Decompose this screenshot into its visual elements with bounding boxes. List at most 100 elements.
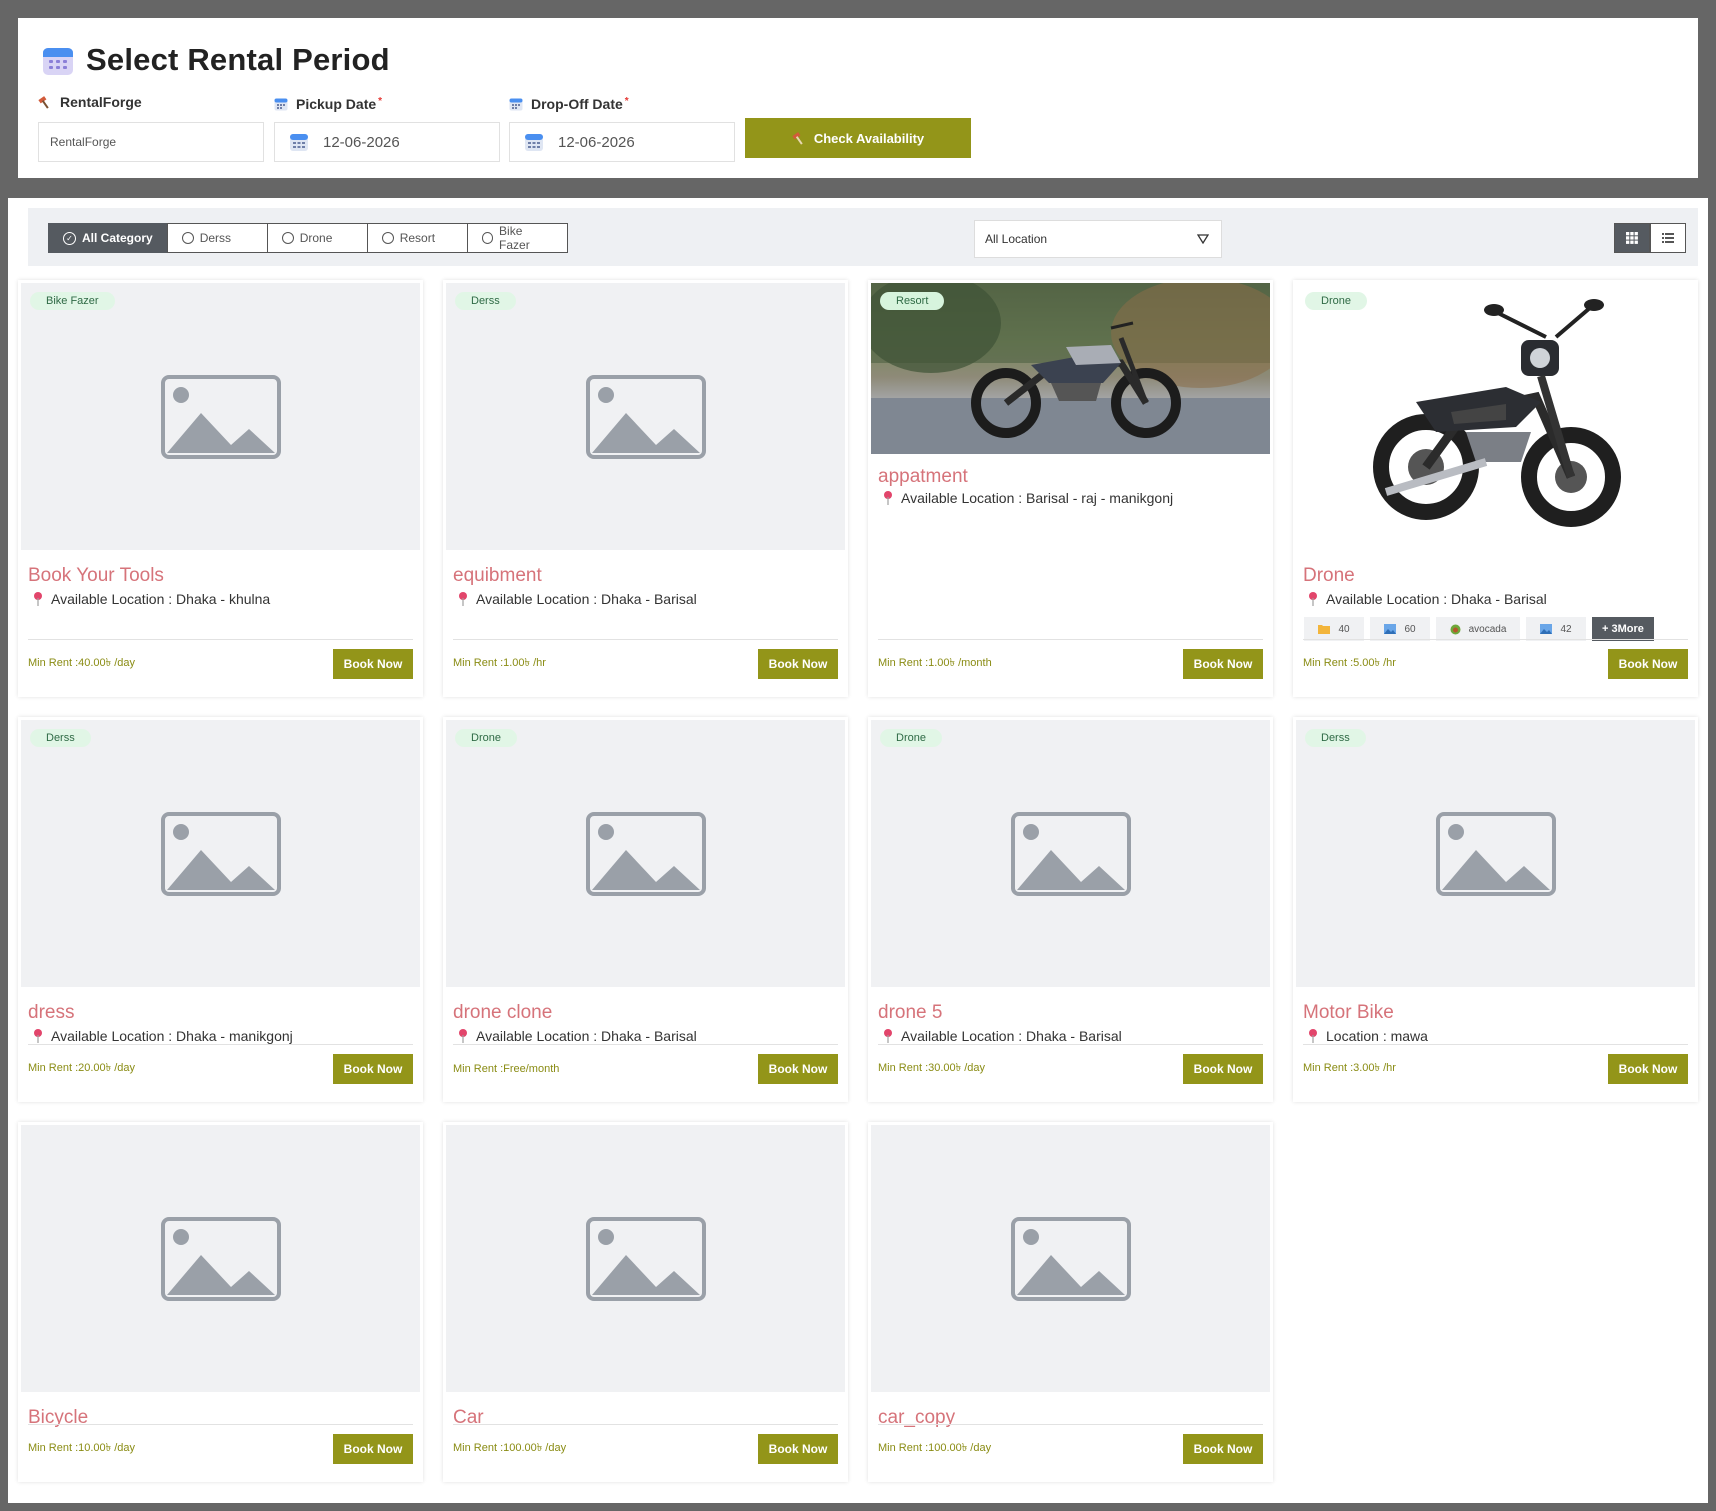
category-badge: Derss (455, 292, 516, 310)
card-footer: Min Rent :1.00৳ /hr Book Now (453, 639, 838, 687)
min-rent: Min Rent :3.00৳ /hr (1303, 1062, 1396, 1074)
book-now-button[interactable]: Book Now (758, 1053, 838, 1084)
feature-item: 60 (1370, 617, 1430, 641)
product-image[interactable]: Derss (446, 283, 845, 550)
book-now-button[interactable]: Book Now (333, 1053, 413, 1084)
product-grid: Bike Fazer Book Your Tools Available Loc… (18, 280, 1708, 1482)
product-card: Drone Drone Available Location: Dhaka -… (1293, 280, 1698, 697)
tab-all-category[interactable]: ✓ All Category (48, 223, 168, 253)
folder-icon (1318, 625, 1331, 634)
radio-icon (381, 232, 394, 244)
image-icon (1384, 624, 1397, 634)
image-placeholder-icon (585, 1216, 706, 1301)
card-footer: Min Rent :20.00৳ /day Book Now (28, 1044, 413, 1092)
location-pin-icon (459, 1029, 467, 1043)
image-placeholder-icon (585, 811, 706, 896)
product-image[interactable]: Derss (1296, 720, 1695, 987)
dropoff-field: Drop-Off Date * 12-06-2026 (509, 90, 735, 162)
min-rent: Min Rent :20.00৳ /day (28, 1062, 135, 1074)
category-badge: Drone (455, 729, 517, 747)
product-card: Derss equibment Available Location : Dha… (443, 280, 848, 697)
radio-icon (181, 232, 194, 244)
more-features-button[interactable]: + 3More (1592, 617, 1654, 641)
location-pin-icon (459, 592, 467, 606)
category-badge: Bike Fazer (30, 292, 115, 310)
product-image[interactable]: Drone (446, 720, 845, 987)
min-rent: Min Rent :10.00৳ /day (28, 1442, 135, 1454)
min-rent: Min Rent :100.00৳ /day (453, 1442, 567, 1454)
location-pin-icon (34, 1029, 42, 1043)
product-title[interactable]: Book Your Tools (21, 550, 420, 587)
product-title[interactable]: Motor Bike (1296, 987, 1695, 1024)
location-select-value: All Location (985, 232, 1048, 246)
card-footer: Min Rent :100.00৳ /day Book Now (878, 1424, 1263, 1472)
category-badge: Derss (1305, 729, 1366, 747)
product-image[interactable] (21, 1125, 420, 1392)
store-field: RentalForge RentalForge (38, 90, 264, 162)
image-placeholder-icon (160, 811, 281, 896)
product-card: Car Min Rent :100.00৳ /day Book Now (443, 1122, 848, 1482)
book-now-button[interactable]: Book Now (333, 1433, 413, 1464)
book-now-button[interactable]: Book Now (1183, 1053, 1263, 1084)
card-footer: Min Rent :100.00৳ /day Book Now (453, 1424, 838, 1472)
grid-view-button[interactable] (1614, 223, 1650, 253)
book-now-button[interactable]: Book Now (1183, 1433, 1263, 1464)
book-now-button[interactable]: Book Now (1183, 648, 1263, 679)
product-title[interactable]: equibment (446, 550, 845, 587)
product-title[interactable]: drone 5 (871, 987, 1270, 1024)
product-title[interactable]: drone clone (446, 987, 845, 1024)
location-pin-icon (1309, 1029, 1317, 1043)
tab-drone[interactable]: Drone (266, 223, 368, 253)
calendar-icon (509, 98, 523, 111)
book-now-button[interactable]: Book Now (333, 648, 413, 679)
tab-resort[interactable]: Resort (366, 223, 468, 253)
book-now-button[interactable]: Book Now (1608, 648, 1688, 679)
location-pin-icon (884, 1029, 892, 1043)
product-card: Drone drone 5 Available Location : Dhaka… (868, 717, 1273, 1102)
check-availability-button[interactable]: Check Availability (745, 118, 971, 158)
product-image[interactable]: Resort (871, 283, 1270, 454)
hammer-icon (792, 132, 803, 145)
product-image[interactable] (446, 1125, 845, 1392)
dropoff-date-input[interactable]: 12-06-2026 (509, 122, 735, 162)
product-image[interactable]: Drone (1296, 283, 1695, 550)
product-title[interactable]: appatment (871, 454, 1270, 488)
store-input[interactable]: RentalForge (38, 122, 264, 162)
product-card: Derss Motor Bike Location : mawa Min Ren… (1293, 717, 1698, 1102)
list-view-button[interactable] (1650, 223, 1686, 253)
image-placeholder-icon (160, 374, 281, 459)
dropoff-date-value: 12-06-2026 (558, 133, 635, 151)
filter-bar: ✓ All Category Derss Drone Resort Bike F… (28, 208, 1698, 266)
location-select[interactable]: All Location (974, 220, 1222, 258)
motorbike-photo (1372, 298, 1621, 527)
product-location: Available Location : Dhaka - khulna (21, 587, 420, 607)
store-label: RentalForge (38, 90, 264, 114)
book-now-button[interactable]: Book Now (758, 1433, 838, 1464)
chevron-down-icon (1197, 234, 1209, 244)
location-pin-icon (884, 491, 892, 505)
product-image[interactable] (871, 1125, 1270, 1392)
pickup-date-input[interactable]: 12-06-2026 (274, 122, 500, 162)
book-now-button[interactable]: Book Now (758, 648, 838, 679)
radio-icon (481, 232, 494, 244)
book-now-button[interactable]: Book Now (1608, 1053, 1688, 1084)
product-image[interactable]: Bike Fazer (21, 283, 420, 550)
feature-item: 40 (1304, 617, 1364, 641)
required-mark: * (378, 95, 383, 107)
tab-bike-fazer[interactable]: Bike Fazer (466, 223, 568, 253)
image-icon (1540, 624, 1553, 634)
product-title[interactable]: dress (21, 987, 420, 1024)
min-rent: Min Rent :1.00৳ /month (878, 657, 992, 669)
product-card: Drone drone clone Available Location : D… (443, 717, 848, 1102)
check-circle-icon: ✓ (63, 231, 76, 245)
product-image[interactable]: Drone (871, 720, 1270, 987)
product-location: Location : mawa (1296, 1024, 1695, 1044)
feature-item: 42 (1526, 617, 1586, 641)
dropoff-label: Drop-Off Date * (509, 92, 735, 116)
panel-header: Select Rental Period (42, 42, 390, 78)
tab-derss[interactable]: Derss (166, 223, 268, 253)
product-image[interactable]: Derss (21, 720, 420, 987)
calendar-icon (525, 134, 543, 151)
image-placeholder-icon (585, 374, 706, 459)
product-title[interactable]: Drone (1296, 550, 1695, 587)
